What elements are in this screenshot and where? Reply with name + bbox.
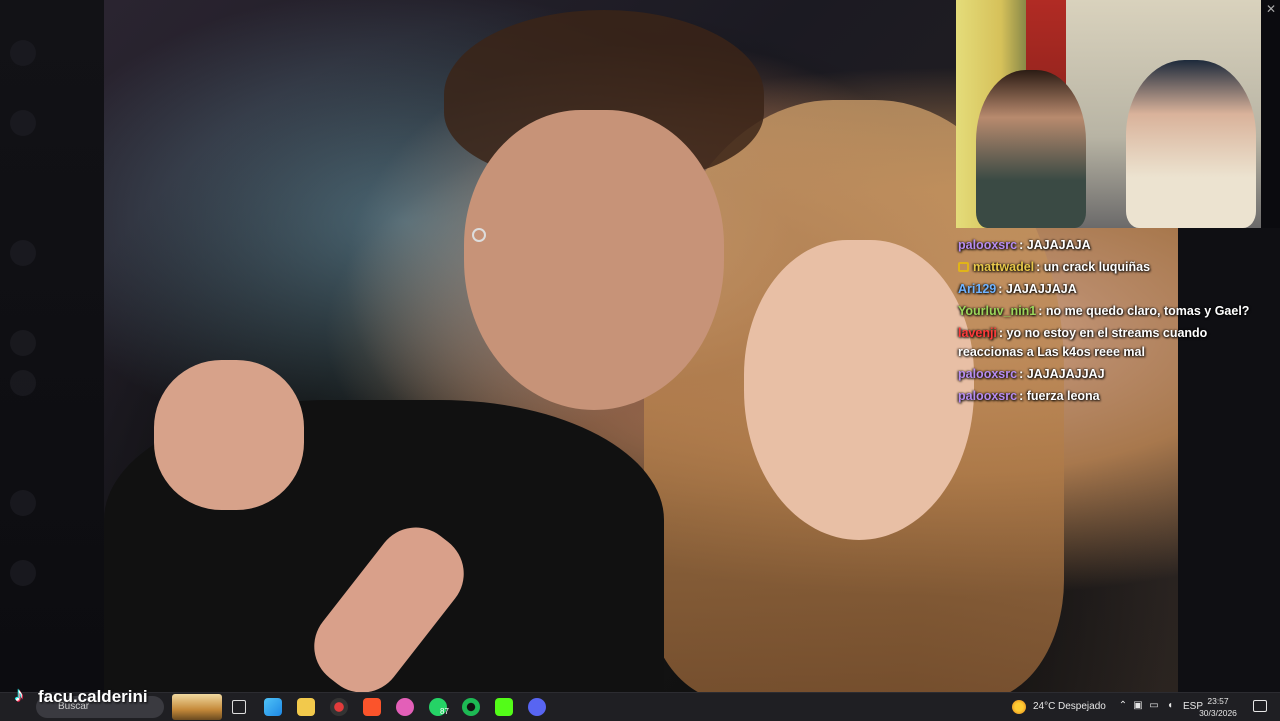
microsoft-store-icon[interactable] — [264, 698, 282, 716]
chat-text: : JAJAJAJJAJ — [1019, 367, 1105, 381]
discord-icon[interactable] — [528, 698, 546, 716]
tiktok-watermark: facu.calderini — [12, 684, 148, 710]
chat-username: paloox​src — [958, 238, 1018, 252]
tiktok-logo-icon — [12, 684, 32, 708]
app-icon[interactable] — [396, 698, 414, 716]
clock-time: 23:57 — [1207, 696, 1229, 706]
network-icon[interactable]: ▭ — [1148, 700, 1160, 712]
chat-username: paloox​src — [958, 367, 1018, 381]
webcam-overlay — [956, 0, 1261, 228]
app-icon — [10, 330, 36, 356]
background-app-sidebar — [0, 0, 104, 692]
volume-icon[interactable]: ◖ — [1164, 700, 1176, 712]
app-icon — [10, 560, 36, 586]
spotify-icon[interactable] — [462, 698, 480, 716]
chat-text: : un crack luquiñas — [1036, 260, 1151, 274]
chat-username: lavenji — [958, 326, 997, 340]
chat-username: paloox​src — [958, 389, 1018, 403]
app-icon — [10, 370, 36, 396]
zoom-cursor-icon — [472, 228, 486, 242]
subscriber-badge-icon — [958, 262, 969, 272]
brave-browser-icon[interactable] — [363, 698, 381, 716]
chat-message: paloox​src: fuerza leona — [958, 387, 1276, 406]
weather-temperature[interactable]: 24°C — [1033, 693, 1055, 721]
clock[interactable]: 23:57 30/3/2026 — [1198, 695, 1238, 719]
notification-icon[interactable] — [1253, 700, 1267, 712]
weather-description[interactable]: Despejado — [1058, 693, 1106, 721]
kick-icon[interactable] — [495, 698, 513, 716]
chat-message: Ari129: JAJAJJAJA — [958, 280, 1276, 299]
chat-message: mattwadel: un crack luquiñas — [958, 258, 1276, 277]
app-icon — [10, 110, 36, 136]
clock-date: 30/3/2026 — [1199, 708, 1237, 718]
photo-region — [154, 360, 304, 510]
tray-app-icon[interactable]: ▣ — [1132, 700, 1144, 712]
chat-message: Yourluv_nin1: no me quedo claro, tomas y… — [958, 302, 1276, 321]
close-icon[interactable]: ✕ — [1266, 2, 1276, 16]
webcam-person — [1126, 60, 1256, 228]
photo-region — [464, 110, 724, 410]
tiktok-handle: facu.calderini — [38, 687, 148, 706]
app-icon — [10, 40, 36, 66]
whatsapp-badge: 87 — [440, 707, 449, 716]
taskbar: Buscar 87 24°C Despejado ⌃ ▣ ▭ ◖ ESP 23:… — [0, 692, 1280, 721]
chat-username: mattwadel — [973, 260, 1035, 274]
app-icon — [10, 490, 36, 516]
chat-text: : JAJAJJAJA — [998, 282, 1077, 296]
taskbar-widget-thumbnail[interactable] — [172, 694, 222, 720]
chat-text: : JAJAJAJA — [1019, 238, 1091, 252]
chat-username: Ari129 — [958, 282, 997, 296]
app-icon — [10, 240, 36, 266]
photo-region — [744, 240, 974, 540]
obs-icon[interactable] — [330, 698, 348, 716]
file-explorer-icon[interactable] — [297, 698, 315, 716]
webcam-person — [976, 70, 1086, 228]
chat-text: : fuerza leona — [1019, 389, 1100, 403]
chat-message: lavenji: yo no estoy en el streams cuand… — [958, 324, 1276, 362]
weather-icon[interactable] — [1012, 700, 1026, 714]
chat-message: paloox​src: JAJAJAJJAJ — [958, 365, 1276, 384]
chat-text: : no me quedo claro, tomas y Gael? — [1038, 304, 1250, 318]
chat-message: paloox​src: JAJAJAJA — [958, 236, 1276, 255]
chat-overlay: paloox​src: JAJAJAJA mattwadel: un crack… — [958, 236, 1276, 409]
task-view-icon[interactable] — [232, 700, 246, 714]
chevron-up-icon[interactable]: ⌃ — [1117, 700, 1129, 712]
chat-username: Yourluv_nin1 — [958, 304, 1037, 318]
